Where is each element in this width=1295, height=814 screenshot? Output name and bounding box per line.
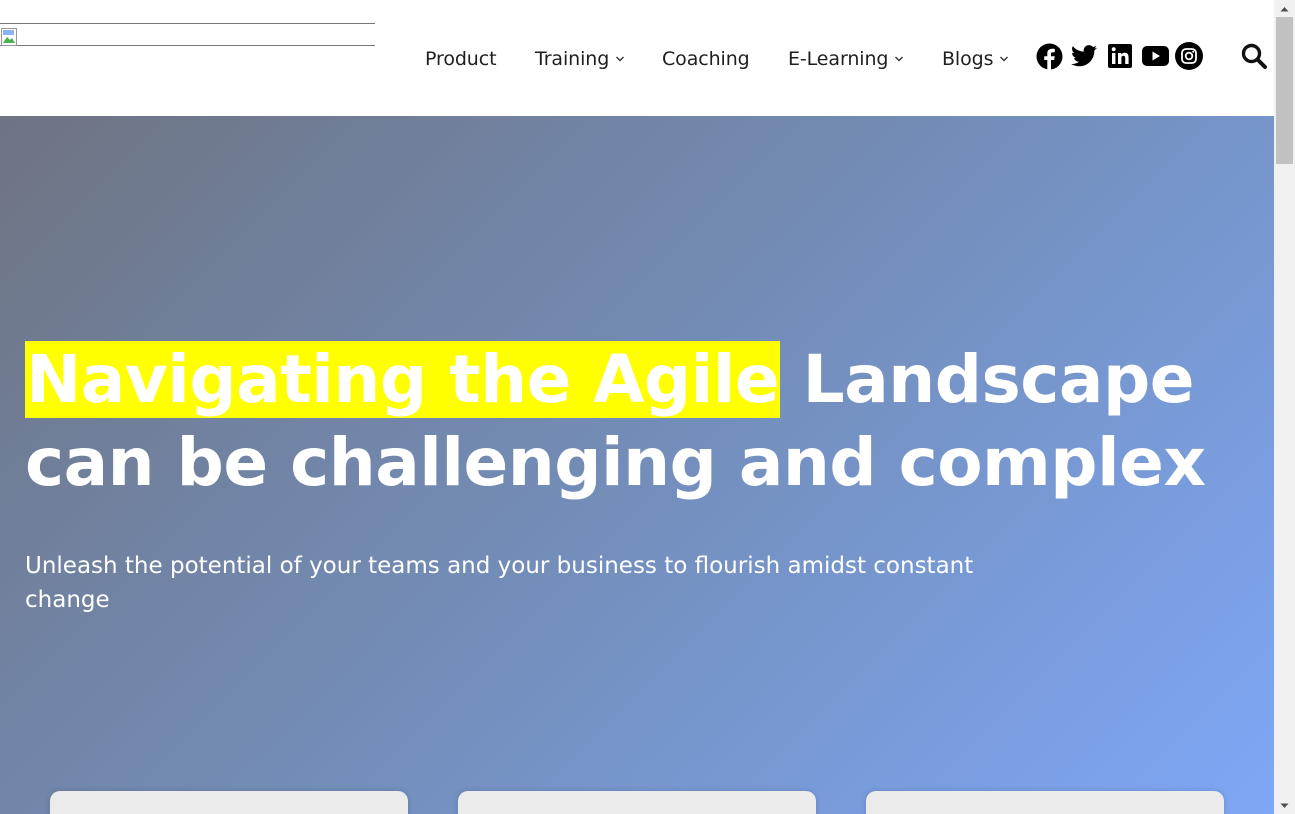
hero-title-highlight: Navigating the Agile: [25, 341, 781, 418]
nav-item-label: Blogs: [942, 48, 994, 70]
nav-item-label: Coaching: [662, 48, 750, 70]
scrollbar-thumb[interactable]: [1276, 17, 1293, 164]
scroll-down-arrow-icon[interactable]: [1274, 797, 1295, 814]
nav-item-label: E-Learning: [788, 48, 889, 70]
nav-item-product[interactable]: Product: [425, 46, 497, 72]
nav-item-e-learning[interactable]: E-Learning: [788, 46, 904, 72]
search-icon[interactable]: [1240, 42, 1268, 70]
broken-image-icon: [1, 28, 17, 46]
youtube-icon[interactable]: [1141, 42, 1169, 70]
chevron-down-icon: [895, 56, 904, 62]
hero-title-line1-rest: Landscape: [780, 341, 1195, 418]
hero-title: Navigating the Agile Landscape can be cha…: [25, 338, 1255, 504]
nav-item-training[interactable]: Training: [535, 46, 625, 72]
facebook-icon[interactable]: [1035, 42, 1063, 70]
feature-card[interactable]: [866, 791, 1224, 814]
hero-subtitle: Unleash the potential of your teams and …: [25, 553, 974, 613]
nav-item-label: Training: [535, 48, 610, 70]
instagram-icon[interactable]: [1175, 42, 1203, 70]
linkedin-icon[interactable]: [1106, 42, 1134, 70]
chevron-down-icon: [616, 56, 625, 62]
page-viewport: Product Training Coaching E-Learning Blo…: [0, 0, 1274, 814]
site-header: Product Training Coaching E-Learning Blo…: [0, 0, 1274, 116]
nav-item-label: Product: [425, 48, 497, 70]
chevron-down-icon: [1000, 56, 1009, 62]
twitter-icon[interactable]: [1070, 42, 1098, 70]
page-scrollbar[interactable]: [1274, 0, 1295, 814]
feature-card[interactable]: [458, 791, 816, 814]
hero-title-line2: can be challenging and complex: [25, 424, 1206, 501]
nav-item-coaching[interactable]: Coaching: [662, 46, 750, 72]
feature-card[interactable]: [50, 791, 408, 814]
nav-item-blogs[interactable]: Blogs: [942, 46, 1009, 72]
scroll-up-arrow-icon[interactable]: [1274, 0, 1295, 17]
site-logo-link[interactable]: [0, 23, 375, 46]
hero-section: Navigating the Agile Landscape can be cha…: [0, 116, 1274, 814]
